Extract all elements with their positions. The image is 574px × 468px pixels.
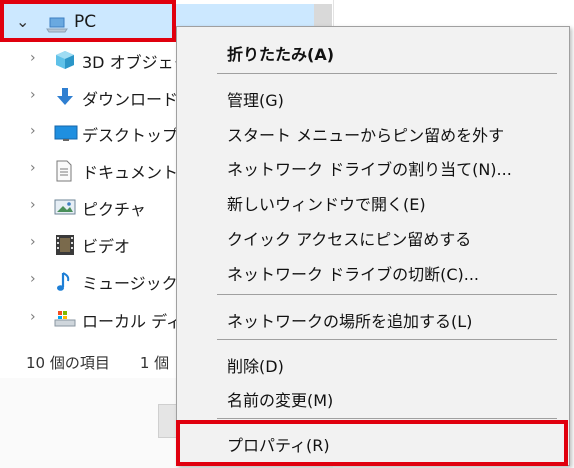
menu-item-pin-quick-access[interactable]: クイック アクセスにピン留めする xyxy=(227,226,471,250)
menu-item-add-network-location[interactable]: ネットワークの場所を追加する(L) xyxy=(227,308,472,332)
pictures-icon xyxy=(54,197,76,217)
status-bar: 10 個の項目 1 個 xyxy=(26,352,169,373)
chevron-right-icon[interactable]: › xyxy=(30,160,36,176)
menu-separator xyxy=(217,73,557,74)
chevron-right-icon[interactable]: › xyxy=(30,50,36,66)
tree-item-label: ビデオ xyxy=(82,237,131,256)
highlight-box-properties xyxy=(176,420,568,466)
item-count: 10 個の項目 xyxy=(26,354,110,372)
document-icon xyxy=(54,160,76,182)
chevron-right-icon[interactable]: › xyxy=(30,87,36,103)
menu-item-unpin-start[interactable]: スタート メニューからピン留めを外す xyxy=(227,122,504,146)
chevron-right-icon[interactable]: › xyxy=(30,123,36,139)
menu-item-open-new-window[interactable]: 新しいウィンドウで開く(E) xyxy=(227,191,426,215)
chevron-right-icon[interactable]: › xyxy=(30,197,36,213)
menu-separator xyxy=(217,418,557,419)
highlight-box-pc xyxy=(0,0,176,42)
menu-item-map-network-drive[interactable]: ネットワーク ドライブの割り当て(N)... xyxy=(227,156,512,180)
menu-separator xyxy=(217,294,557,295)
tree-item-label: デスクトップ xyxy=(82,126,179,145)
selected-count: 1 個 xyxy=(139,354,170,372)
chevron-right-icon[interactable]: › xyxy=(30,309,36,325)
tree-item-label: ダウンロード xyxy=(82,90,179,109)
chevron-right-icon[interactable]: › xyxy=(30,271,36,287)
chevron-right-icon[interactable]: › xyxy=(30,234,36,250)
3d-objects-icon xyxy=(54,50,76,70)
tree-item-label: ドキュメント xyxy=(82,163,179,182)
music-icon xyxy=(54,271,76,291)
menu-item-rename[interactable]: 名前の変更(M) xyxy=(227,387,333,411)
download-icon xyxy=(54,87,76,107)
menu-item-collapse[interactable]: 折りたたみ(A) xyxy=(227,41,334,65)
tree-item-label: ピクチャ xyxy=(82,200,146,219)
menu-item-delete[interactable]: 削除(D) xyxy=(227,353,284,377)
menu-item-manage[interactable]: 管理(G) xyxy=(227,87,284,111)
desktop-icon xyxy=(54,123,78,143)
menu-separator xyxy=(217,339,557,340)
local-disk-icon xyxy=(54,309,76,329)
context-menu: 折りたたみ(A) 管理(G) スタート メニューからピン留めを外す ネットワーク… xyxy=(176,26,570,466)
video-icon xyxy=(54,234,76,255)
menu-item-disconnect-network-drive[interactable]: ネットワーク ドライブの切断(C)... xyxy=(227,261,479,285)
tree-item-label: ミュージック xyxy=(82,274,178,293)
